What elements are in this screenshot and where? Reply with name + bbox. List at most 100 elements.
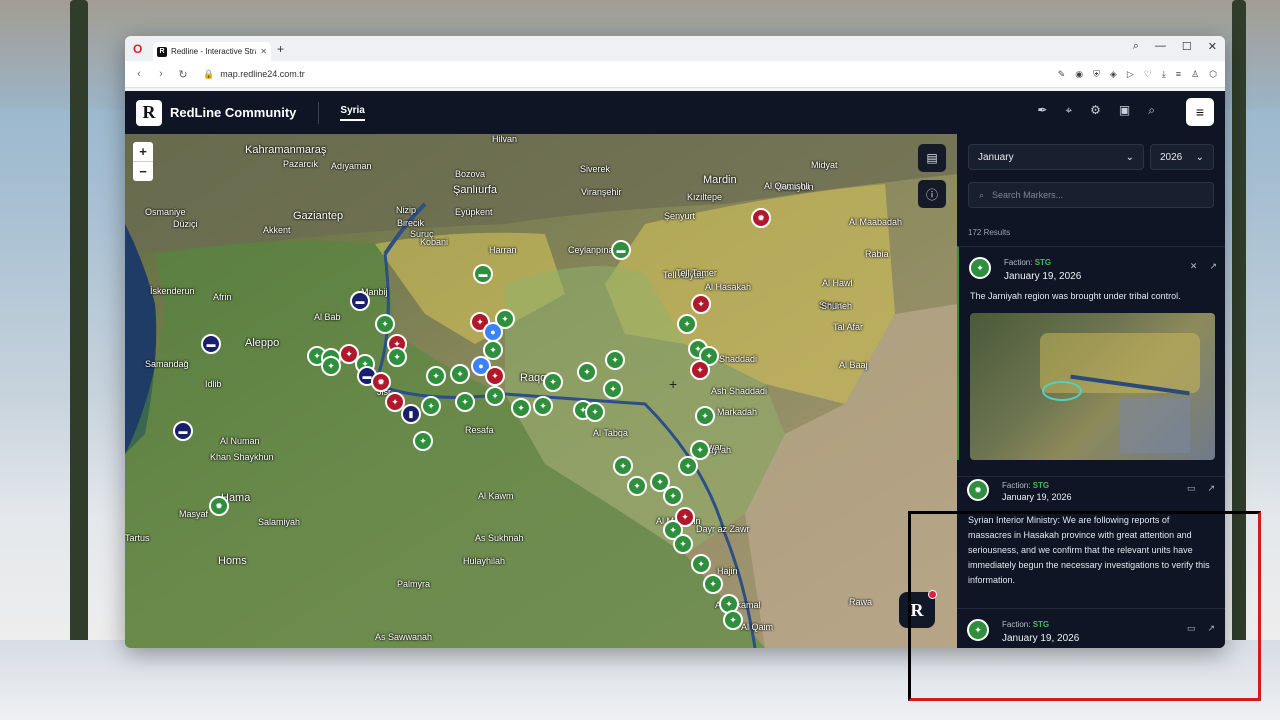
month-select[interactable]: January ⌄ bbox=[968, 144, 1144, 170]
menu-lines-icon[interactable]: ≡ bbox=[1176, 69, 1181, 80]
browser-tab[interactable]: R Redline - Interactive Strat ✕ bbox=[153, 42, 271, 61]
shield-icon[interactable]: ⛨ bbox=[1093, 69, 1100, 80]
lock-icon: 🔒 bbox=[203, 68, 215, 79]
faction-value: STG bbox=[1032, 481, 1050, 490]
map-marker[interactable]: ✦ bbox=[673, 534, 693, 554]
place-label: İskenderun bbox=[150, 286, 195, 296]
map-marker[interactable]: ✦ bbox=[387, 347, 407, 367]
external-link-icon[interactable]: ↗ bbox=[1207, 483, 1215, 494]
menu-button[interactable]: ≡ bbox=[1186, 98, 1214, 126]
map-marker[interactable]: ✦ bbox=[605, 350, 625, 370]
map-marker[interactable]: ✦ bbox=[691, 554, 711, 574]
map-marker[interactable]: ✦ bbox=[375, 314, 395, 334]
year-select[interactable]: 2026 ⌄ bbox=[1150, 144, 1214, 170]
map-marker[interactable]: ✹ bbox=[371, 372, 391, 392]
download-icon[interactable]: ⤓ bbox=[1162, 69, 1166, 80]
marker-card[interactable]: ✦ Faction: STG January 19, 2026 ▭ ↗ bbox=[957, 608, 1225, 647]
marker-card[interactable]: ✦ Faction: STG January 19, 2026 ✕ ↗ The … bbox=[957, 246, 1225, 460]
external-link-icon[interactable]: ↗ bbox=[1207, 623, 1215, 634]
map-marker[interactable]: ▬ bbox=[473, 264, 493, 284]
map-marker[interactable]: ✦ bbox=[321, 356, 341, 376]
map-marker[interactable]: ✦ bbox=[695, 406, 715, 426]
video-icon[interactable]: ▭ bbox=[1187, 483, 1196, 494]
back-icon[interactable]: ‹ bbox=[133, 68, 145, 80]
map-marker[interactable]: ✦ bbox=[677, 314, 697, 334]
gear-icon[interactable]: ⚙ bbox=[1090, 103, 1101, 118]
map-marker[interactable]: ✦ bbox=[585, 402, 605, 422]
map-marker[interactable]: ▬ bbox=[173, 421, 193, 441]
new-tab-button[interactable]: + bbox=[277, 42, 284, 56]
heart-icon[interactable]: ♡ bbox=[1144, 69, 1152, 80]
floating-redline-badge[interactable]: R bbox=[899, 590, 937, 628]
browser-search-icon[interactable]: ⌕ bbox=[1133, 40, 1139, 53]
map-marker[interactable]: ✦ bbox=[723, 610, 743, 630]
map-marker[interactable]: ✹ bbox=[751, 208, 771, 228]
map-marker[interactable]: ✦ bbox=[485, 366, 505, 386]
map-marker[interactable]: ✦ bbox=[485, 386, 505, 406]
search-markers-input[interactable]: ⌕ Search Markers... bbox=[968, 182, 1214, 208]
brand-name[interactable]: RedLine Community bbox=[170, 105, 296, 120]
map-marker[interactable]: ▬ bbox=[201, 334, 221, 354]
place-label: Al Tabqa bbox=[593, 428, 628, 438]
map-marker[interactable]: ✦ bbox=[690, 360, 710, 380]
map-marker[interactable]: ✦ bbox=[413, 431, 433, 451]
maximize-icon[interactable]: ☐ bbox=[1182, 40, 1192, 53]
marker-card[interactable]: ✹ Faction: STG January 19, 2026 ▭ ↗ Syri… bbox=[957, 476, 1225, 588]
tab-syria[interactable]: Syria bbox=[340, 105, 365, 121]
map-marker[interactable]: ✦ bbox=[455, 392, 475, 412]
minimize-icon[interactable]: — bbox=[1155, 40, 1166, 53]
faction-label: Faction: bbox=[1004, 258, 1033, 267]
map-info-button[interactable]: ⓘ bbox=[918, 180, 946, 208]
profile-icon[interactable]: ♙ bbox=[1191, 69, 1199, 80]
map-marker[interactable]: ✦ bbox=[543, 372, 563, 392]
play-icon[interactable]: ▷ bbox=[1127, 69, 1134, 80]
map-marker[interactable]: ✦ bbox=[613, 456, 633, 476]
map-marker[interactable]: ✦ bbox=[703, 574, 723, 594]
edit-icon[interactable]: ✎ bbox=[1058, 69, 1066, 80]
redline-logo[interactable]: R bbox=[136, 99, 162, 126]
place-label: Düziçi bbox=[173, 219, 198, 229]
pin-icon[interactable]: ⌖ bbox=[1065, 103, 1072, 118]
reload-icon[interactable]: ↻ bbox=[177, 68, 189, 81]
tab-close-icon[interactable]: ✕ bbox=[260, 47, 267, 56]
pen-icon[interactable]: ✒ bbox=[1037, 103, 1047, 118]
place-label: Al Qaim bbox=[741, 622, 774, 632]
camera-icon[interactable]: ▣ bbox=[1119, 103, 1130, 118]
map-marker[interactable]: ✦ bbox=[603, 379, 623, 399]
forward-icon[interactable]: › bbox=[155, 68, 167, 80]
map-marker[interactable]: ✦ bbox=[511, 398, 531, 418]
close-icon[interactable]: ✕ bbox=[1190, 261, 1198, 272]
map-marker[interactable]: ✦ bbox=[678, 456, 698, 476]
opera-logo-icon[interactable]: O bbox=[133, 43, 145, 55]
map-marker[interactable]: ✦ bbox=[627, 476, 647, 496]
map-layers-button[interactable]: ▤ bbox=[918, 144, 946, 172]
map-marker[interactable]: ▮ bbox=[401, 404, 421, 424]
map-view[interactable]: + − ▤ ⓘ Kahramanmaraş Pazarcık Adıyaman Hil… bbox=[125, 134, 957, 648]
external-link-icon[interactable]: ↗ bbox=[1209, 261, 1217, 272]
place-label: Mardin bbox=[703, 174, 737, 186]
map-marker[interactable]: ✦ bbox=[426, 366, 446, 386]
map-marker[interactable]: ✦ bbox=[421, 396, 441, 416]
zoom-out-button[interactable]: − bbox=[133, 162, 153, 181]
video-icon[interactable]: ▭ bbox=[1187, 623, 1196, 634]
map-marker[interactable]: ▬ bbox=[350, 291, 370, 311]
place-label: Akkent bbox=[263, 225, 291, 235]
close-window-icon[interactable]: ✕ bbox=[1208, 40, 1217, 53]
map-marker[interactable]: ▬ bbox=[611, 240, 631, 260]
card-image[interactable] bbox=[970, 313, 1215, 460]
snapshot-icon[interactable]: ◉ bbox=[1075, 69, 1083, 80]
map-marker[interactable]: ✦ bbox=[577, 362, 597, 382]
map-marker[interactable]: ✦ bbox=[495, 309, 515, 329]
map-marker[interactable]: ✹ bbox=[209, 496, 229, 516]
search-icon[interactable]: ⌕ bbox=[1148, 103, 1155, 118]
map-marker[interactable]: ✦ bbox=[533, 396, 553, 416]
url-field[interactable]: 🔒 map.redline24.com.tr bbox=[203, 69, 1048, 80]
map-marker[interactable]: ✦ bbox=[691, 294, 711, 314]
map-marker[interactable]: ✦ bbox=[450, 364, 470, 384]
zoom-in-button[interactable]: + bbox=[133, 142, 153, 162]
extension-icon[interactable]: ⬡ bbox=[1209, 69, 1217, 80]
vpn-icon[interactable]: ◈ bbox=[1110, 69, 1117, 80]
place-label: Adıyaman bbox=[331, 161, 372, 171]
map-marker[interactable]: ✦ bbox=[663, 486, 683, 506]
header-divider bbox=[318, 101, 320, 124]
